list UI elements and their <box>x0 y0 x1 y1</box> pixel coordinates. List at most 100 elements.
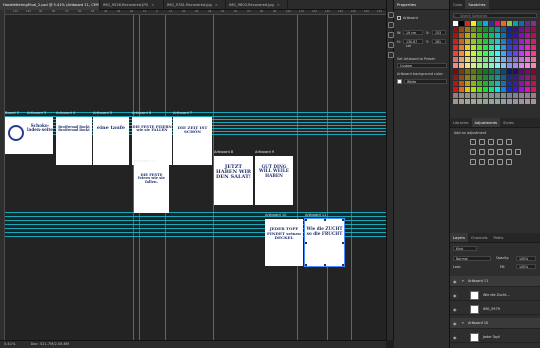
color-swatch[interactable] <box>513 45 518 50</box>
color-swatch[interactable] <box>471 33 476 38</box>
document-tab[interactable]: HandletteringFinal_2.psd @ 5.41% (Artboa… <box>0 0 100 10</box>
visibility-eye-icon[interactable]: ◉ <box>453 279 457 284</box>
color-swatch[interactable] <box>495 21 500 26</box>
color-swatch[interactable] <box>513 51 518 56</box>
color-swatch[interactable] <box>501 51 506 56</box>
color-swatch[interactable] <box>483 27 488 32</box>
artboard-name-label[interactable]: Artboard 9 <box>255 150 274 154</box>
color-swatch[interactable] <box>477 33 482 38</box>
color-swatch[interactable] <box>453 39 458 44</box>
color-swatch[interactable] <box>519 33 524 38</box>
horizontal-guide[interactable] <box>5 212 386 213</box>
color-swatch[interactable] <box>489 39 494 44</box>
color-swatch[interactable] <box>489 57 494 62</box>
color-swatch[interactable] <box>501 33 506 38</box>
color-swatch[interactable] <box>501 63 506 68</box>
color-swatch[interactable] <box>531 27 536 32</box>
color-swatch[interactable] <box>465 63 470 68</box>
tab-swatches[interactable]: Swatches <box>465 0 489 9</box>
color-swatch[interactable] <box>453 75 458 80</box>
transform-handle[interactable] <box>342 241 344 244</box>
artboard-name-label[interactable]: Board 2 <box>5 111 19 115</box>
x-field[interactable]: 153 <box>432 30 446 35</box>
color-swatch[interactable] <box>501 69 506 74</box>
color-swatch[interactable] <box>519 57 524 62</box>
color-swatch[interactable] <box>501 99 506 104</box>
artboard[interactable]: DIE ZEIT IST SCHÖN <box>173 117 212 165</box>
color-swatch[interactable] <box>507 51 512 56</box>
transform-handle[interactable] <box>342 264 344 266</box>
color-swatch[interactable] <box>513 69 518 74</box>
color-swatch[interactable] <box>483 21 488 26</box>
color-swatch[interactable] <box>453 27 458 32</box>
color-swatch[interactable] <box>483 69 488 74</box>
tab-adjustments[interactable]: Adjustments <box>471 118 501 127</box>
color-swatch[interactable] <box>501 45 506 50</box>
color-swatch[interactable] <box>471 93 476 98</box>
color-swatch[interactable] <box>465 69 470 74</box>
color-swatch[interactable] <box>501 39 506 44</box>
layer-kind-filter[interactable]: Kind <box>453 246 477 251</box>
color-swatch[interactable] <box>495 39 500 44</box>
color-swatch[interactable] <box>507 33 512 38</box>
layer-row[interactable]: ◉ Wie die Zucht... <box>450 290 540 301</box>
color-swatch[interactable] <box>525 87 530 92</box>
color-swatch[interactable] <box>459 81 464 86</box>
color-swatch[interactable] <box>453 93 458 98</box>
color-swatch[interactable] <box>483 45 488 50</box>
color-swatch[interactable] <box>483 51 488 56</box>
color-swatch[interactable] <box>459 33 464 38</box>
vibrance-icon[interactable] <box>506 139 512 145</box>
color-swatch[interactable] <box>459 39 464 44</box>
color-swatch[interactable] <box>495 69 500 74</box>
artboard[interactable]: JETZT HABEN WIR DEN SALAT! <box>214 156 253 205</box>
color-swatch[interactable] <box>471 27 476 32</box>
color-swatch[interactable] <box>483 87 488 92</box>
color-swatch[interactable] <box>465 27 470 32</box>
color-swatch[interactable] <box>513 57 518 62</box>
color-swatch[interactable] <box>525 45 530 50</box>
color-swatch[interactable] <box>489 93 494 98</box>
color-swatch[interactable] <box>531 33 536 38</box>
color-swatch[interactable] <box>483 99 488 104</box>
color-swatch[interactable] <box>507 87 512 92</box>
color-swatch[interactable] <box>483 93 488 98</box>
color-swatch[interactable] <box>519 27 524 32</box>
color-swatch[interactable] <box>477 21 482 26</box>
vertical-guide[interactable] <box>351 15 352 340</box>
color-swatch[interactable] <box>459 99 464 104</box>
color-swatch[interactable] <box>519 39 524 44</box>
tab-libraries[interactable]: Libraries <box>450 118 472 127</box>
chevron-down-icon[interactable]: ▾ <box>462 279 464 283</box>
exposure-icon[interactable] <box>497 139 503 145</box>
color-swatch[interactable] <box>513 27 518 32</box>
color-swatch[interactable] <box>495 33 500 38</box>
properties-tab[interactable]: Properties <box>394 0 449 10</box>
fill-field[interactable]: 100% <box>516 264 536 269</box>
color-swatch[interactable] <box>483 81 488 86</box>
color-swatch[interactable] <box>471 45 476 50</box>
color-swatch[interactable] <box>495 75 500 80</box>
color-swatch[interactable] <box>531 87 536 92</box>
color-swatch[interactable] <box>477 39 482 44</box>
color-swatch[interactable] <box>465 51 470 56</box>
layer-row[interactable]: ◉ IMG_9579 <box>450 304 540 315</box>
black-white-icon[interactable] <box>488 149 494 155</box>
chevron-down-icon[interactable]: ▾ <box>462 321 464 325</box>
color-swatch[interactable] <box>453 63 458 68</box>
background-select[interactable]: White <box>404 79 447 84</box>
artboard[interactable]: Brotfreund Bockt Brotfreund Bockt <box>56 117 92 165</box>
artboard[interactable]: DIE FESTE feiern wie sie fallen. <box>134 165 169 213</box>
threshold-icon[interactable] <box>488 159 494 165</box>
color-swatch[interactable] <box>519 75 524 80</box>
color-swatch[interactable] <box>477 99 482 104</box>
color-swatch[interactable] <box>483 57 488 62</box>
color-swatch[interactable] <box>501 81 506 86</box>
color-swatch[interactable] <box>501 27 506 32</box>
artboard-name-label[interactable]: Artboard 6 <box>132 111 151 115</box>
color-swatch[interactable] <box>489 99 494 104</box>
height-field[interactable]: 130.67 cm <box>403 39 423 48</box>
artboard[interactable]: Wie die ZUCHT so die FRUCHT <box>304 218 345 267</box>
color-swatch[interactable] <box>501 21 506 26</box>
color-swatch[interactable] <box>453 33 458 38</box>
